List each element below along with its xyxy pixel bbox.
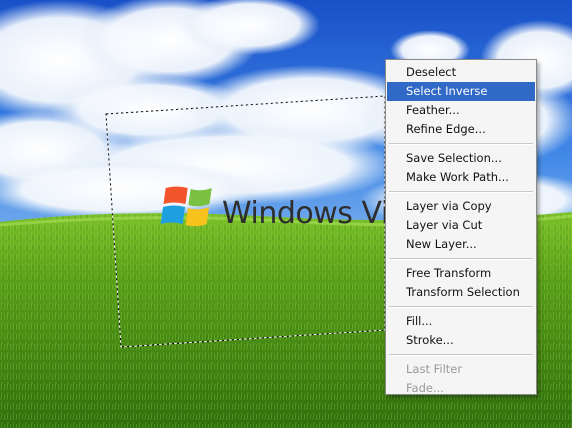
- menu-separator: [389, 191, 533, 193]
- menu-item-new-layer[interactable]: New Layer...: [387, 235, 535, 254]
- menu-item-save-selection[interactable]: Save Selection...: [387, 149, 535, 168]
- menu-item-fade: Fade...: [406, 381, 444, 395]
- menu-item-feather[interactable]: Feather...: [387, 101, 535, 120]
- menu-separator: [389, 306, 533, 308]
- menu-item-fill[interactable]: Fill...: [387, 312, 535, 331]
- windows-logo-text: Windows Vis: [222, 196, 404, 231]
- context-menu: Deselect Select Inverse Feather... Refine E…: [385, 59, 537, 395]
- menu-item-select-inverse[interactable]: Select Inverse: [387, 82, 535, 101]
- menu-separator: [389, 143, 533, 145]
- menu-separator: [389, 258, 533, 260]
- menu-item-last-filter: Last Filter: [406, 362, 463, 376]
- menu-item-transform-selection[interactable]: Transform Selection: [387, 283, 535, 302]
- menu-item-free-transform[interactable]: Free Transform: [387, 264, 535, 283]
- menu-item-layer-via-cut[interactable]: Layer via Cut: [387, 216, 535, 235]
- menu-item-stroke[interactable]: Stroke...: [387, 331, 535, 350]
- menu-item-make-work-path[interactable]: Make Work Path...: [387, 168, 535, 187]
- menu-item-refine-edge[interactable]: Refine Edge...: [387, 120, 535, 139]
- menu-item-deselect[interactable]: Deselect: [387, 63, 535, 82]
- menu-separator: [389, 354, 533, 356]
- menu-item-layer-via-copy[interactable]: Layer via Copy: [387, 197, 535, 216]
